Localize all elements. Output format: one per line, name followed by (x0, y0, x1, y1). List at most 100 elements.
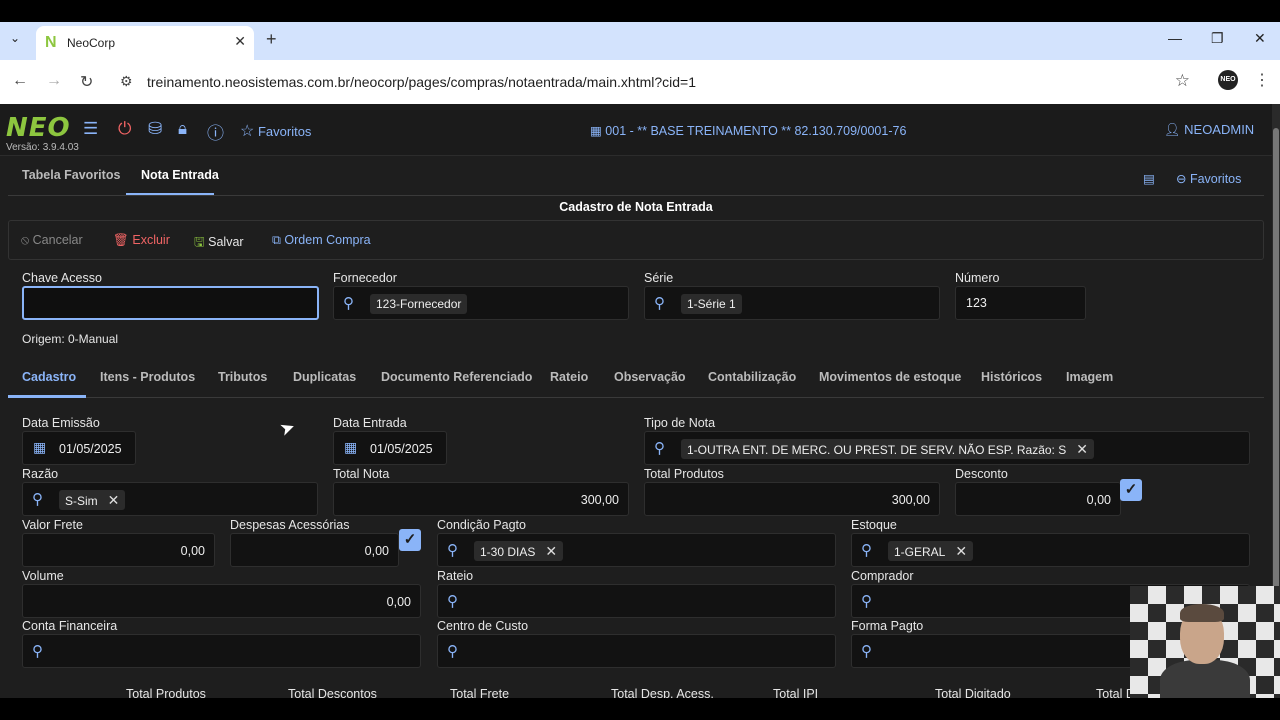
remove-chip-icon[interactable]: ✕ (955, 543, 967, 559)
desconto-checkbox[interactable]: ✓ (1120, 479, 1142, 501)
condicao-field[interactable]: ⚲ 1-30 DIAS ✕ (437, 533, 836, 567)
rateio-field[interactable]: ⚲ (437, 584, 836, 618)
address-bar[interactable]: ⚙ treinamento.neosistemas.com.br/neocorp… (110, 66, 1200, 98)
profile-avatar[interactable]: NEO (1218, 70, 1238, 90)
subtab-itens-produtos[interactable]: Itens - Produtos (100, 370, 195, 384)
razao-field[interactable]: ⚲ S-Sim ✕ (22, 482, 318, 516)
search-icon[interactable]: ⚲ (343, 294, 354, 312)
total-nota-label: Total Nota (333, 467, 390, 481)
delete-button[interactable]: 🗑︎ Excluir (113, 233, 170, 248)
fornecedor-field[interactable]: ⚲ 123-Fornecedor (333, 286, 629, 320)
numero-input[interactable]: 123 (955, 286, 1086, 320)
info-icon[interactable]: ⓘ (207, 119, 224, 144)
save-button[interactable]: 🖫 Salvar (194, 233, 244, 254)
restore-icon[interactable]: ❐ (1211, 30, 1224, 47)
search-icon[interactable]: ⚲ (32, 642, 43, 660)
volume-label: Volume (22, 569, 64, 583)
new-tab-button[interactable]: + (266, 29, 277, 50)
delete-label: Excluir (132, 233, 170, 247)
valor-frete-value: 0,00 (180, 544, 205, 558)
tab-search-chevron-icon[interactable]: ⌄ (10, 31, 20, 45)
browser-menu-icon[interactable]: ⋮ (1254, 70, 1270, 90)
subtab-cadastro[interactable]: Cadastro (22, 370, 76, 384)
company-selector[interactable]: ▦ 001 - ** BASE TREINAMENTO ** 82.130.70… (590, 123, 906, 138)
estoque-field[interactable]: ⚲ 1-GERAL ✕ (851, 533, 1250, 567)
bookmark-star-icon[interactable]: ☆ (1175, 71, 1190, 91)
desconto-input[interactable]: 0,00 (955, 482, 1121, 516)
numero-value: 123 (966, 296, 987, 310)
subtab-duplicatas[interactable]: Duplicatas (293, 370, 356, 384)
remove-chip-icon[interactable]: ✕ (545, 543, 557, 559)
search-icon[interactable]: ⚲ (654, 439, 665, 457)
centro-custo-field[interactable]: ⚲ (437, 634, 836, 668)
condicao-label: Condição Pagto (437, 518, 526, 532)
active-subtab-underline (8, 395, 86, 398)
volume-value: 0,00 (386, 595, 411, 609)
back-icon[interactable]: ← (12, 72, 28, 90)
search-icon[interactable]: ⚲ (861, 592, 872, 610)
search-icon[interactable]: ⚲ (861, 642, 872, 660)
subtab-tributos[interactable]: Tributos (218, 370, 267, 384)
subtab-movimentos-estoque[interactable]: Movimentos de estoque (819, 370, 961, 384)
tipo-nota-chip-text: 1-OUTRA ENT. DE MERC. OU PREST. DE SERV.… (687, 443, 1067, 457)
remove-chip-icon[interactable]: ✕ (108, 492, 120, 508)
forma-pagto-label: Forma Pagto (851, 619, 924, 633)
forward-icon[interactable]: → (46, 72, 62, 90)
volume-input[interactable]: 0,00 (22, 584, 421, 618)
data-emissao-input[interactable]: ▦ 01/05/2025 (22, 431, 136, 465)
tab-nota-entrada[interactable]: Nota Entrada (141, 168, 219, 182)
tipo-nota-chip: 1-OUTRA ENT. DE MERC. OU PREST. DE SERV.… (681, 439, 1094, 459)
minimize-icon[interactable]: — (1168, 30, 1182, 46)
calendar-icon[interactable]: ▦ (344, 439, 357, 456)
search-icon[interactable]: ⚲ (861, 541, 872, 559)
total-produtos-input[interactable]: 300,00 (644, 482, 940, 516)
reload-icon[interactable]: ↻ (80, 72, 93, 92)
remove-chip-icon[interactable]: ✕ (1076, 441, 1088, 457)
tab-tabela-favoritos[interactable]: Tabela Favoritos (22, 168, 120, 182)
search-icon[interactable]: ⚲ (447, 642, 458, 660)
user-menu[interactable]: 👤︎ NEOADMIN (1164, 122, 1254, 138)
serie-field[interactable]: ⚲ 1-Série 1 (644, 286, 940, 320)
razao-label: Razão (22, 467, 59, 481)
subtab-rateio[interactable]: Rateio (550, 370, 588, 384)
condicao-chip: 1-30 DIAS ✕ (474, 541, 564, 561)
close-tab-icon[interactable]: ✕ (234, 33, 246, 50)
site-info-icon[interactable]: ⚙ (120, 73, 133, 90)
search-icon[interactable]: ⚲ (32, 490, 43, 508)
subtab-contabilizacao[interactable]: Contabilização (708, 370, 796, 384)
chave-acesso-input[interactable] (22, 286, 319, 320)
search-icon[interactable]: ⚲ (447, 592, 458, 610)
hamburger-menu-icon[interactable]: ☰ (83, 119, 98, 139)
subtab-observacao[interactable]: Observação (614, 370, 686, 384)
calendar-icon[interactable]: ▦ (33, 439, 46, 456)
page-favorites-button[interactable]: ⊖ Favoritos (1176, 171, 1241, 186)
desconto-label: Desconto (955, 467, 1008, 481)
total-nota-input[interactable]: 300,00 (333, 482, 629, 516)
subtab-imagem[interactable]: Imagem (1066, 370, 1113, 384)
purchase-order-button[interactable]: ⧉ Ordem Compra (272, 233, 371, 248)
favorites-link[interactable]: ☆ Favoritos (240, 121, 311, 141)
database-icon[interactable]: ⛁ (148, 119, 162, 139)
cancel-button[interactable]: ⦸ Cancelar (21, 233, 83, 248)
search-icon[interactable]: ⚲ (447, 541, 458, 559)
list-view-icon[interactable]: ▤ (1143, 171, 1155, 186)
conta-financeira-field[interactable]: ⚲ (22, 634, 421, 668)
numero-label: Número (955, 271, 1000, 285)
tipo-nota-field[interactable]: ⚲ 1-OUTRA ENT. DE MERC. OU PREST. DE SER… (644, 431, 1250, 465)
subtab-documento-referenciado[interactable]: Documento Referenciado (381, 370, 532, 384)
despesas-checkbox[interactable]: ✓ (399, 529, 421, 551)
neo-logo: NEO (6, 113, 71, 143)
subtab-historicos[interactable]: Históricos (981, 370, 1042, 384)
comprador-label: Comprador (851, 569, 914, 583)
estoque-label: Estoque (851, 518, 897, 532)
lock-icon[interactable]: 🔒︎ (178, 119, 187, 139)
power-icon[interactable]: ⏻ (118, 119, 131, 139)
window-close-icon[interactable]: ✕ (1254, 30, 1266, 47)
url-text[interactable]: treinamento.neosistemas.com.br/neocorp/p… (147, 74, 696, 90)
valor-frete-input[interactable]: 0,00 (22, 533, 215, 567)
user-label: NEOADMIN (1184, 122, 1255, 137)
data-entrada-input[interactable]: ▦ 01/05/2025 (333, 431, 447, 465)
despesas-input[interactable]: 0,00 (230, 533, 399, 567)
browser-tab[interactable]: N NeoCorp ✕ (36, 26, 254, 60)
search-icon[interactable]: ⚲ (654, 294, 665, 312)
